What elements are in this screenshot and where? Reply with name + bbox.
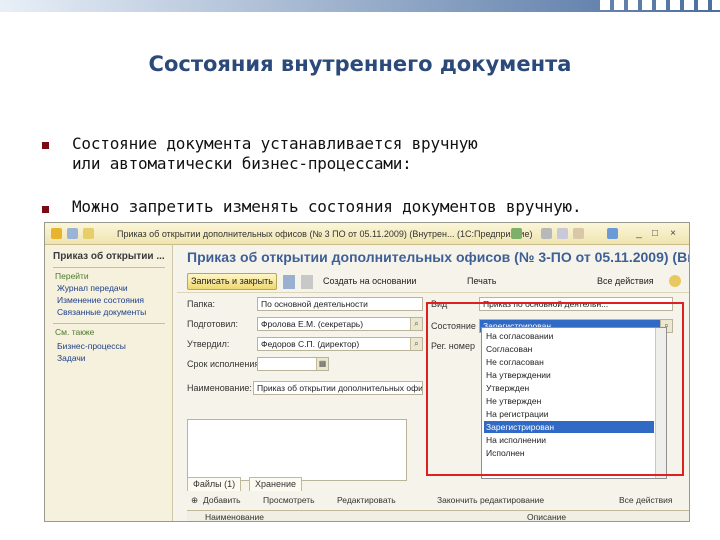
bullet-text-1-cont: или автоматически бизнес-процессами: — [72, 154, 412, 173]
save-close-button[interactable]: Записать и закрыть — [187, 273, 277, 290]
see-also-section-label: См. также — [55, 327, 95, 337]
window-titlebar: Приказ об открытии дополнительных офисов… — [45, 223, 689, 245]
edit-button[interactable]: Редактировать — [337, 495, 396, 505]
name-value: Приказ об открытии дополнительных офисов — [257, 383, 423, 393]
files-grid: Наименование Описание — [187, 510, 689, 522]
divider — [53, 323, 165, 324]
form-toolbar: Записать и закрыть Создать на основании … — [177, 271, 689, 293]
navigation-pane: Приказ об открытии ... Перейти Журнал пе… — [45, 245, 173, 521]
info-icon[interactable] — [607, 228, 618, 239]
deadline-label: Срок исполнения: — [187, 359, 262, 369]
all-actions-button[interactable]: Все действия — [597, 276, 654, 286]
nav-link-tasks[interactable]: Задачи — [57, 353, 86, 363]
name-field[interactable]: Приказ об открытии дополнительных офисов — [253, 381, 423, 395]
list-icon[interactable] — [301, 275, 313, 289]
tab-bar: Файлы (1) Хранение — [187, 477, 437, 491]
files-all-actions-button[interactable]: Все действия — [619, 495, 672, 505]
window-title: Приказ об открытии дополнительных офисов… — [117, 229, 533, 239]
approved-field[interactable]: Федоров С.П. (директор) ⌕ — [257, 337, 423, 351]
star-icon[interactable] — [83, 228, 94, 239]
close-button[interactable]: × — [667, 228, 679, 240]
nav-link-transfer-log[interactable]: Журнал передачи — [57, 283, 128, 293]
prepared-value: Фролова Е.М. (секретарь) — [261, 319, 364, 329]
add-icon[interactable]: ⊕ — [191, 495, 198, 506]
column-header-name: Наименование — [205, 512, 264, 522]
memory-icon[interactable] — [573, 228, 584, 239]
folder-field[interactable]: По основной деятельности — [257, 297, 423, 311]
finish-edit-button[interactable]: Закончить редактирование — [437, 495, 544, 505]
prepared-field[interactable]: Фролова Е.М. (секретарь) ⌕ — [257, 317, 423, 331]
add-button[interactable]: Добавить — [203, 495, 241, 505]
link-icon[interactable] — [511, 228, 522, 239]
view-button[interactable]: Просмотреть — [263, 495, 315, 505]
help-icon[interactable] — [669, 275, 681, 287]
minimize-button[interactable]: _ — [633, 228, 645, 240]
deadline-field[interactable]: ▦ — [257, 357, 329, 371]
search-icon[interactable]: ⌕ — [410, 338, 422, 350]
app-logo-icon — [51, 228, 62, 239]
column-header-description: Описание — [527, 512, 567, 522]
calendar-icon[interactable] — [557, 228, 568, 239]
files-toolbar: ⊕ Добавить Просмотреть Редактировать Зак… — [187, 492, 689, 510]
header-band — [0, 0, 720, 12]
calendar-icon[interactable]: ▦ — [316, 358, 328, 370]
folder-value: По основной деятельности — [261, 299, 368, 309]
folder-label: Папка: — [187, 299, 215, 309]
nav-link-state-change[interactable]: Изменение состояния — [57, 295, 144, 305]
name-label: Наименование: — [187, 383, 252, 393]
tab-files[interactable]: Файлы (1) — [187, 477, 242, 491]
bullet-text-2: Можно запретить изменять состояния докум… — [72, 197, 582, 216]
prepared-label: Подготовил: — [187, 319, 239, 329]
bullet-text-1: Состояние документа устанавливается вруч… — [72, 134, 478, 153]
divider — [53, 267, 165, 268]
bullet-marker — [42, 206, 49, 213]
nav-link-business-processes[interactable]: Бизнес-процессы — [57, 341, 126, 351]
calc-icon[interactable] — [541, 228, 552, 239]
nav-pane-title: Приказ об открытии ... — [53, 251, 165, 262]
tab-storage[interactable]: Хранение — [249, 477, 302, 491]
create-based-button[interactable]: Создать на основании — [323, 276, 416, 286]
search-icon[interactable]: ⌕ — [410, 318, 422, 330]
back-icon[interactable] — [67, 228, 78, 239]
approved-label: Утвердил: — [187, 339, 230, 349]
maximize-button[interactable]: □ — [649, 228, 661, 240]
slide-title: Состояния внутреннего документа — [148, 52, 572, 76]
go-section-label: Перейти — [55, 271, 89, 281]
document-title: Приказ об открытии дополнительных офисов… — [187, 249, 690, 265]
save-icon[interactable] — [283, 275, 295, 289]
highlight-frame — [426, 302, 684, 476]
description-memo[interactable] — [187, 419, 407, 481]
print-button[interactable]: Печать — [467, 276, 496, 286]
nav-link-related-docs[interactable]: Связанные документы — [57, 307, 146, 317]
approved-value: Федоров С.П. (директор) — [261, 339, 360, 349]
bullet-marker — [42, 142, 49, 149]
